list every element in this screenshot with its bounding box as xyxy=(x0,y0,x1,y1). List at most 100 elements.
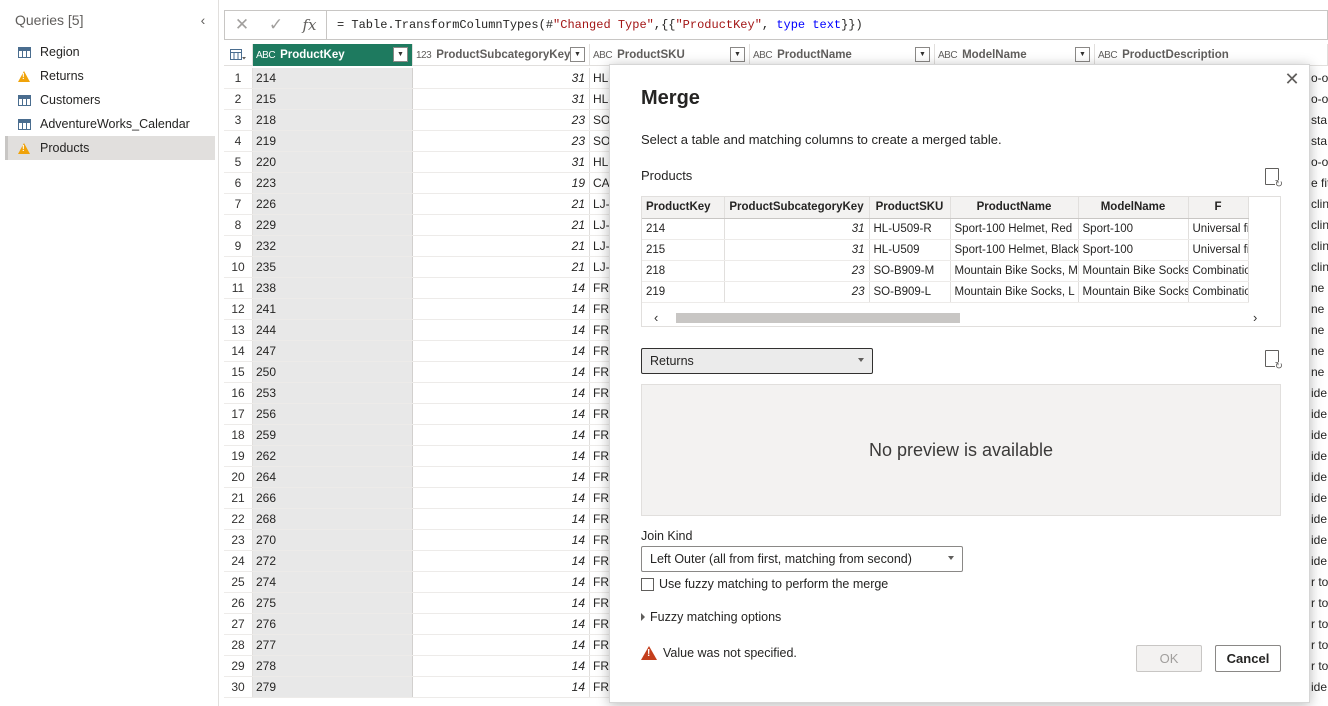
productdescription-cell[interactable]: ide, xyxy=(1311,425,1328,446)
productdescription-cell[interactable]: clin xyxy=(1311,236,1328,257)
scroll-left-icon[interactable]: ‹ xyxy=(654,309,658,326)
productsubcategorykey-cell[interactable]: 23 xyxy=(413,131,590,151)
query-item-customers[interactable]: Customers xyxy=(5,88,215,112)
row-number[interactable]: 22 xyxy=(224,509,253,529)
productdescription-cell[interactable]: o-or xyxy=(1311,89,1328,110)
productsubcategorykey-cell[interactable]: 14 xyxy=(413,446,590,466)
query-item-products[interactable]: Products xyxy=(5,136,215,160)
productsubcategorykey-cell[interactable]: 14 xyxy=(413,362,590,382)
productdescription-cell[interactable]: ide, xyxy=(1311,383,1328,404)
column-header-productsku[interactable]: ABC ProductSKU ▼ xyxy=(590,44,750,66)
productkey-cell[interactable]: 270 xyxy=(253,530,413,550)
column-header-productname[interactable]: ABC ProductName ▼ xyxy=(750,44,935,66)
productsubcategorykey-cell[interactable]: 31 xyxy=(413,89,590,109)
row-number[interactable]: 12 xyxy=(224,299,253,319)
row-number[interactable]: 25 xyxy=(224,572,253,592)
cancel-formula-icon[interactable]: ✕ xyxy=(225,11,259,39)
row-number[interactable]: 24 xyxy=(224,551,253,571)
close-icon[interactable]: ✕ xyxy=(1283,69,1301,89)
column-filter-button[interactable]: ▼ xyxy=(915,47,930,62)
productdescription-cell[interactable]: ne r xyxy=(1311,362,1328,383)
productsubcategorykey-cell[interactable]: 14 xyxy=(413,572,590,592)
productdescription-cell[interactable]: r top xyxy=(1311,572,1328,593)
table-menu-icon[interactable] xyxy=(224,44,253,66)
productdescription-cell[interactable]: clin xyxy=(1311,215,1328,236)
productkey-cell[interactable]: 220 xyxy=(253,152,413,172)
productdescription-cell[interactable]: ne r xyxy=(1311,278,1328,299)
productkey-cell[interactable]: 241 xyxy=(253,299,413,319)
productkey-cell[interactable]: 262 xyxy=(253,446,413,466)
column-header-modelname[interactable]: ABC ModelName ▼ xyxy=(935,44,1095,66)
productsubcategorykey-cell[interactable]: 14 xyxy=(413,614,590,634)
query-item-returns[interactable]: Returns xyxy=(5,64,215,88)
fuzzy-matching-label[interactable]: Use fuzzy matching to perform the merge xyxy=(659,577,888,591)
row-number[interactable]: 11 xyxy=(224,278,253,298)
productdescription-cell[interactable]: r top xyxy=(1311,656,1328,677)
column-filter-button[interactable]: ▼ xyxy=(570,47,585,62)
productkey-cell[interactable]: 226 xyxy=(253,194,413,214)
productkey-cell[interactable]: 278 xyxy=(253,656,413,676)
productdescription-cell[interactable]: ide, xyxy=(1311,509,1328,530)
productsubcategorykey-cell[interactable]: 21 xyxy=(413,236,590,256)
row-number[interactable]: 21 xyxy=(224,488,253,508)
preview-column-header[interactable]: ProductSubcategoryKey xyxy=(724,197,870,219)
row-number[interactable]: 20 xyxy=(224,467,253,487)
row-number[interactable]: 3 xyxy=(224,110,253,130)
productkey-cell[interactable]: 235 xyxy=(253,257,413,277)
row-number[interactable]: 15 xyxy=(224,362,253,382)
productkey-cell[interactable]: 277 xyxy=(253,635,413,655)
productsubcategorykey-cell[interactable]: 14 xyxy=(413,509,590,529)
productsubcategorykey-cell[interactable]: 14 xyxy=(413,320,590,340)
productkey-cell[interactable]: 264 xyxy=(253,467,413,487)
formula-input[interactable]: = Table.TransformColumnTypes(#"Changed T… xyxy=(327,18,863,32)
productsubcategorykey-cell[interactable]: 21 xyxy=(413,215,590,235)
productdescription-cell[interactable]: r top xyxy=(1311,635,1328,656)
row-number[interactable]: 5 xyxy=(224,152,253,172)
preview-column-header[interactable]: ModelName xyxy=(1078,197,1189,219)
row-number[interactable]: 14 xyxy=(224,341,253,361)
productkey-cell[interactable]: 232 xyxy=(253,236,413,256)
productsubcategorykey-cell[interactable]: 14 xyxy=(413,299,590,319)
productkey-cell[interactable]: 214 xyxy=(253,68,413,88)
row-number[interactable]: 27 xyxy=(224,614,253,634)
productsubcategorykey-cell[interactable]: 14 xyxy=(413,341,590,361)
text-type-icon[interactable]: ABC xyxy=(753,50,773,61)
preview-column-header[interactable]: ProductSKU xyxy=(869,197,951,219)
productkey-cell[interactable]: 223 xyxy=(253,173,413,193)
row-number[interactable]: 10 xyxy=(224,257,253,277)
productkey-cell[interactable]: 259 xyxy=(253,425,413,445)
second-table-select[interactable]: Returns xyxy=(641,348,873,374)
productkey-cell[interactable]: 266 xyxy=(253,488,413,508)
fx-icon[interactable]: fx xyxy=(293,11,327,39)
row-number[interactable]: 7 xyxy=(224,194,253,214)
productdescription-cell[interactable]: r top xyxy=(1311,614,1328,635)
productdescription-cell[interactable]: e fit xyxy=(1311,173,1328,194)
productsubcategorykey-cell[interactable]: 14 xyxy=(413,488,590,508)
column-filter-button[interactable]: ▼ xyxy=(393,47,408,62)
productkey-cell[interactable]: 238 xyxy=(253,278,413,298)
productsubcategorykey-cell[interactable]: 21 xyxy=(413,257,590,277)
productsubcategorykey-cell[interactable]: 31 xyxy=(413,68,590,88)
productsubcategorykey-cell[interactable]: 14 xyxy=(413,593,590,613)
productsubcategorykey-cell[interactable]: 14 xyxy=(413,656,590,676)
productdescription-cell[interactable]: sta xyxy=(1311,110,1328,131)
fuzzy-matching-checkbox[interactable] xyxy=(641,577,654,591)
productdescription-cell[interactable]: o-or xyxy=(1311,152,1328,173)
ok-button[interactable]: OK xyxy=(1136,645,1202,672)
productdescription-cell[interactable]: ne r xyxy=(1311,299,1328,320)
row-number[interactable]: 29 xyxy=(224,656,253,676)
productdescription-cell[interactable]: ide, xyxy=(1311,404,1328,425)
text-type-icon[interactable]: ABC xyxy=(256,50,276,61)
productkey-cell[interactable]: 219 xyxy=(253,131,413,151)
row-number[interactable]: 18 xyxy=(224,425,253,445)
productsubcategorykey-cell[interactable]: 31 xyxy=(413,152,590,172)
join-kind-select[interactable]: Left Outer (all from first, matching fro… xyxy=(641,546,963,572)
row-number[interactable]: 6 xyxy=(224,173,253,193)
productkey-cell[interactable]: 215 xyxy=(253,89,413,109)
productkey-cell[interactable]: 218 xyxy=(253,110,413,130)
scroll-right-icon[interactable]: › xyxy=(1253,309,1257,326)
row-number[interactable]: 9 xyxy=(224,236,253,256)
row-number[interactable]: 23 xyxy=(224,530,253,550)
fuzzy-options-toggle[interactable]: Fuzzy matching options xyxy=(641,610,781,624)
productkey-cell[interactable]: 274 xyxy=(253,572,413,592)
